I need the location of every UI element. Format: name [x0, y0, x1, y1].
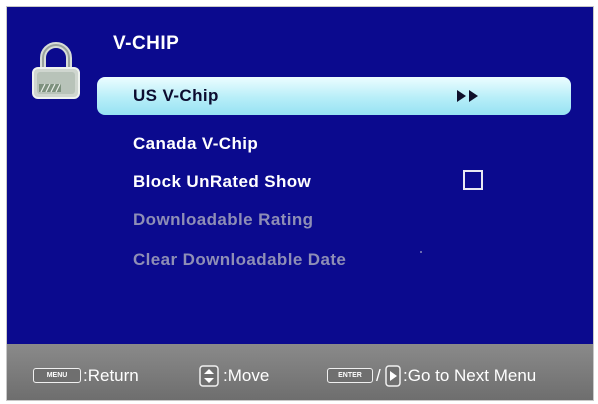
block-unrated-checkbox[interactable]	[463, 170, 483, 190]
menu-item-block-unrated-show[interactable]: Block UnRated Show	[97, 163, 571, 201]
enter-key-icon: ENTER	[327, 368, 373, 383]
right-arrow-key-icon	[385, 365, 401, 387]
menu-item-canada-vchip[interactable]: Canada V-Chip	[97, 125, 571, 163]
menu-item-label: Clear Downloadable Date	[133, 250, 347, 269]
separator: /	[376, 366, 381, 385]
up-down-icon	[199, 365, 219, 387]
menu-key-icon: MENU	[33, 368, 81, 383]
double-arrow-right-icon	[457, 90, 478, 102]
move-hint: :Move	[223, 366, 270, 385]
footer-hint-bar: MENU :Return :Move ENTER / :Go to Next M…	[7, 344, 593, 400]
lock-icon	[32, 42, 80, 99]
menu-item-clear-downloadable-date: Clear Downloadable Date	[97, 241, 571, 279]
noise-speck	[420, 251, 422, 253]
next-menu-hint: :Go to Next Menu	[403, 366, 537, 385]
menu-item-label: Canada V-Chip	[133, 134, 259, 153]
return-hint: :Return	[83, 366, 139, 385]
vchip-osd-screen: V-CHIP US V-Chip Canada V-Chip Block UnR…	[6, 6, 594, 401]
menu-item-label: Block UnRated Show	[133, 172, 312, 191]
menu-panel: V-CHIP US V-Chip Canada V-Chip Block UnR…	[7, 7, 593, 344]
menu-item-label: Downloadable Rating	[133, 210, 314, 229]
menu-item-downloadable-rating: Downloadable Rating	[97, 201, 571, 239]
menu-item-us-vchip[interactable]: US V-Chip	[97, 77, 571, 115]
menu-item-label: US V-Chip	[133, 86, 219, 105]
menu-title: V-CHIP	[113, 33, 180, 54]
